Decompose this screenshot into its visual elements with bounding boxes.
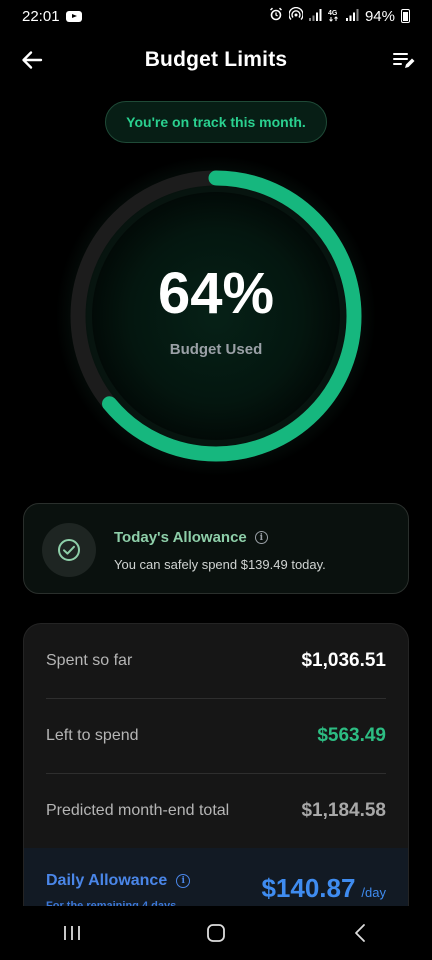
signal-icon <box>345 8 359 25</box>
percent-label: Budget Used <box>169 340 263 358</box>
status-pill: You're on track this month. <box>105 101 327 143</box>
check-circle-icon <box>58 539 80 561</box>
summary-row-spent: Spent so far $1,036.51 <box>46 624 386 698</box>
app-header: Budget Limits <box>0 40 432 80</box>
allowance-description: You can safely spend $139.49 today. <box>114 557 326 572</box>
edit-list-icon <box>393 53 415 68</box>
youtube-icon <box>65 10 82 22</box>
daily-title: Daily Allowance <box>46 872 168 889</box>
left-label: Left to spend <box>46 727 139 744</box>
edit-button[interactable] <box>390 46 418 74</box>
status-pill-text: You're on track this month. <box>126 114 306 130</box>
home-button[interactable] <box>186 913 246 953</box>
signal-icon <box>308 8 322 25</box>
battery-percent: 94% <box>364 7 395 25</box>
recents-button[interactable] <box>42 913 102 953</box>
allowance-title-row: Today's Allowance i <box>114 529 268 546</box>
check-circle-badge <box>42 523 96 577</box>
todays-allowance-card[interactable]: Today's Allowance i You can safely spend… <box>23 503 409 594</box>
info-icon[interactable]: i <box>254 531 268 544</box>
summary-row-left: Left to spend $563.49 <box>46 699 386 773</box>
daily-value: $140.87 <box>261 873 356 903</box>
daily-amount: $140.87 /day <box>261 873 386 904</box>
battery-icon <box>401 9 410 23</box>
spent-label: Spent so far <box>46 652 133 669</box>
arrow-left-icon <box>22 51 43 69</box>
daily-unit: /day <box>361 885 386 900</box>
back-button[interactable] <box>18 46 46 74</box>
home-icon <box>207 924 225 942</box>
summary-row-predicted: Predicted month-end total $1,184.58 <box>46 774 386 848</box>
spent-value: $1,036.51 <box>301 650 386 671</box>
info-icon[interactable]: i <box>176 874 191 888</box>
recents-icon <box>64 926 80 940</box>
back-icon <box>355 924 365 942</box>
hotspot-icon <box>288 6 304 25</box>
percent-used: 64% <box>157 260 275 326</box>
alarm-icon <box>269 7 283 25</box>
status-time: 22:01 <box>22 7 60 25</box>
daily-title-row: Daily Allowance i <box>46 872 191 890</box>
allowance-title: Today's Allowance <box>114 529 247 546</box>
budget-ring: 64% Budget Used <box>55 155 377 477</box>
predicted-label: Predicted month-end total <box>46 802 230 819</box>
svg-text:4G: 4G <box>328 10 338 17</box>
4g-icon: 4G <box>328 8 340 25</box>
budget-summary-card: Spent so far $1,036.51 Left to spend $56… <box>23 623 409 923</box>
predicted-value: $1,184.58 <box>301 800 386 821</box>
left-value: $563.49 <box>317 725 386 746</box>
nav-back-button[interactable] <box>330 913 390 953</box>
status-bar: 22:01 4G 94% <box>0 0 432 32</box>
page-title: Budget Limits <box>144 48 288 71</box>
system-nav-bar <box>0 906 432 960</box>
